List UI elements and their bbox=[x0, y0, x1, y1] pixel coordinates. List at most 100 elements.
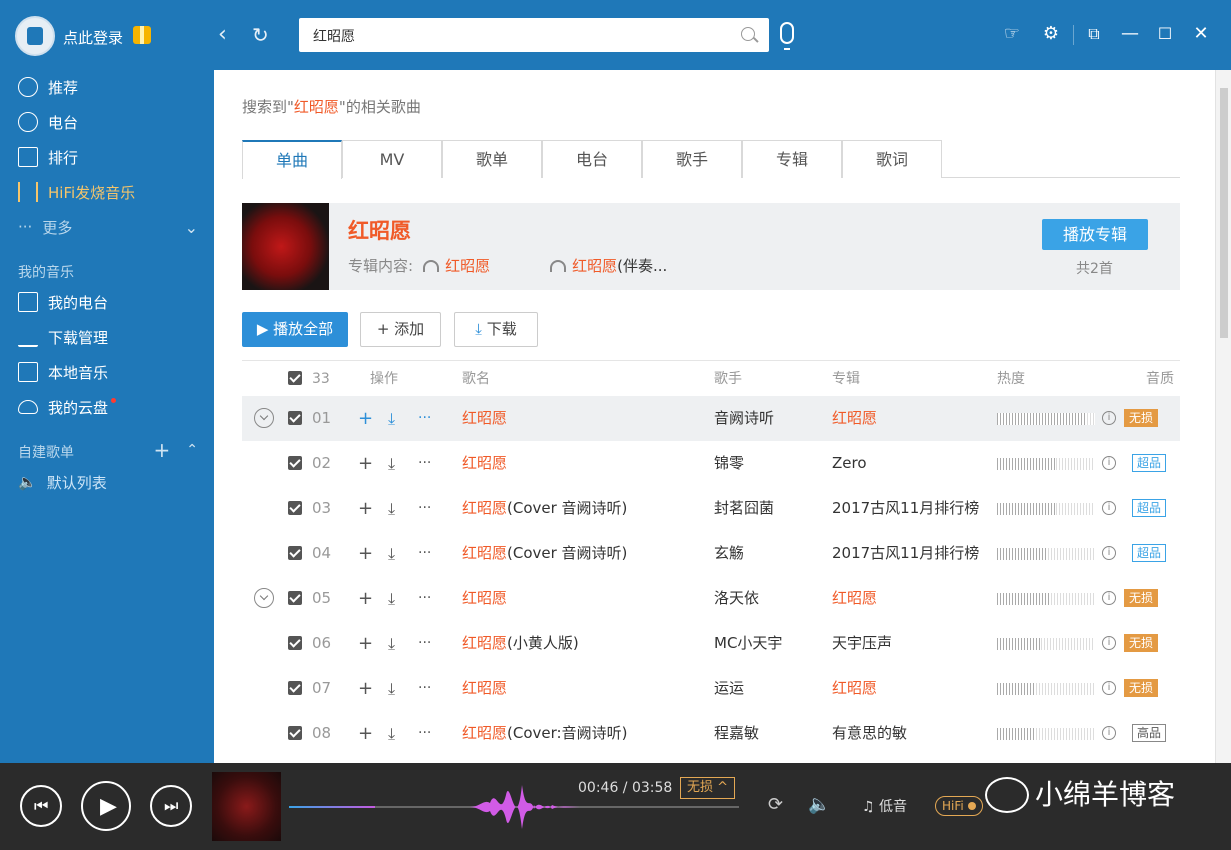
sidebar-item-downloads[interactable]: 下载管理 bbox=[18, 325, 108, 349]
table-row[interactable]: 04 + ⤓ ··· 红昭愿(Cover 音阙诗听) 玄觞 2017古风11月排行榜 i 超品 bbox=[242, 531, 1180, 576]
tab-songs[interactable]: 单曲 bbox=[242, 140, 342, 179]
row-checkbox[interactable] bbox=[288, 681, 302, 695]
song-artist[interactable]: 锦零 bbox=[714, 441, 744, 486]
hifi-toggle[interactable]: HiFi bbox=[935, 796, 983, 816]
table-row[interactable]: 06 + ⤓ ··· 红昭愿(小黄人版) MC小天宇 天宇压声 i 无损 bbox=[242, 621, 1180, 666]
maximize-icon[interactable]: ☐ bbox=[1155, 24, 1175, 44]
tab-albums[interactable]: 专辑 bbox=[742, 140, 842, 178]
sidebar-item-more[interactable]: ··· 更多 ⌄ bbox=[18, 215, 198, 239]
song-album[interactable]: Zero bbox=[832, 441, 867, 486]
album-track-link[interactable]: 红昭愿 bbox=[572, 257, 617, 275]
refresh-icon[interactable]: ↻ bbox=[252, 24, 269, 46]
sidebar-item-radio[interactable]: 电台 bbox=[18, 110, 78, 134]
column-album[interactable]: 专辑 bbox=[832, 361, 860, 397]
more-options-icon[interactable]: ··· bbox=[418, 666, 431, 711]
table-row[interactable]: 08 + ⤓ ··· 红昭愿(Cover:音阙诗听) 程嘉敏 有意思的敏 i 高品 bbox=[242, 711, 1180, 756]
info-icon[interactable]: i bbox=[1102, 456, 1116, 470]
song-artist[interactable]: 封茗囧菌 bbox=[714, 486, 774, 531]
row-checkbox[interactable] bbox=[288, 591, 302, 605]
sidebar-item-recommend[interactable]: 推荐 bbox=[18, 75, 78, 99]
expand-versions-icon[interactable] bbox=[254, 588, 274, 608]
quality-badge[interactable]: 超品 bbox=[1132, 544, 1167, 562]
repeat-icon[interactable]: ⟳ bbox=[768, 794, 783, 815]
info-icon[interactable]: i bbox=[1102, 726, 1116, 740]
song-artist[interactable]: 音阙诗听 bbox=[714, 396, 774, 441]
quality-badge[interactable]: 无损 bbox=[1124, 409, 1159, 427]
song-album[interactable]: 有意思的敏 bbox=[832, 711, 907, 756]
sidebar-item-my-radio[interactable]: 我的电台 bbox=[18, 290, 108, 314]
download-icon[interactable]: ⤓ bbox=[388, 621, 395, 666]
song-album[interactable]: 2017古风11月排行榜 bbox=[832, 486, 979, 531]
row-checkbox[interactable] bbox=[288, 411, 302, 425]
download-icon[interactable]: ⤓ bbox=[388, 711, 395, 756]
quality-selector[interactable]: 无损 ^ bbox=[680, 777, 736, 799]
more-options-icon[interactable]: ··· bbox=[418, 711, 431, 756]
song-title[interactable]: 红昭愿 bbox=[462, 576, 507, 621]
download-icon[interactable]: ⤓ bbox=[388, 396, 395, 441]
quality-badge[interactable]: 超品 bbox=[1132, 454, 1167, 472]
song-artist[interactable]: 运运 bbox=[714, 666, 744, 711]
chevron-up-icon[interactable]: ⌃ bbox=[186, 442, 198, 462]
sidebar-item-local-music[interactable]: 本地音乐 bbox=[18, 360, 108, 384]
add-button[interactable]: + 添加 bbox=[360, 312, 441, 347]
expand-versions-icon[interactable] bbox=[254, 408, 274, 428]
album-title[interactable]: 红昭愿 bbox=[348, 215, 411, 245]
download-icon[interactable]: ⤓ bbox=[388, 666, 395, 711]
avatar[interactable] bbox=[15, 16, 55, 56]
info-icon[interactable]: i bbox=[1102, 636, 1116, 650]
play-album-button[interactable]: 播放专辑 bbox=[1042, 219, 1148, 250]
info-icon[interactable]: i bbox=[1102, 501, 1116, 515]
back-icon[interactable]: ‹ bbox=[218, 24, 227, 46]
row-checkbox[interactable] bbox=[288, 456, 302, 470]
chevron-down-icon[interactable]: ⌄ bbox=[185, 218, 198, 237]
column-heat[interactable]: 热度 bbox=[997, 361, 1025, 397]
song-title[interactable]: 红昭愿(Cover 音阙诗听) bbox=[462, 486, 627, 531]
sidebar-item-hifi[interactable]: HiFi发烧音乐 bbox=[18, 180, 135, 204]
scrollbar-thumb[interactable] bbox=[1220, 88, 1228, 338]
info-icon[interactable]: i bbox=[1102, 681, 1116, 695]
search-icon[interactable] bbox=[741, 27, 755, 41]
add-to-list-icon[interactable]: + bbox=[358, 441, 373, 486]
row-checkbox[interactable] bbox=[288, 636, 302, 650]
row-checkbox[interactable] bbox=[288, 726, 302, 740]
search-input[interactable]: 红昭愿 bbox=[313, 26, 355, 46]
table-row[interactable]: 01 + ⤓ ··· 红昭愿 音阙诗听 红昭愿 i 无损 bbox=[242, 396, 1180, 441]
table-row[interactable]: 05 + ⤓ ··· 红昭愿 洛天依 红昭愿 i 无损 bbox=[242, 576, 1180, 621]
download-icon[interactable]: ⤓ bbox=[388, 486, 395, 531]
close-icon[interactable]: ✕ bbox=[1191, 24, 1211, 44]
song-title[interactable]: 红昭愿 bbox=[462, 396, 507, 441]
tab-artists[interactable]: 歌手 bbox=[642, 140, 742, 178]
download-icon[interactable]: ⤓ bbox=[388, 576, 395, 621]
more-options-icon[interactable]: ··· bbox=[418, 396, 431, 441]
previous-button[interactable]: ⏮ bbox=[20, 785, 62, 827]
gear-icon[interactable]: ⚙ bbox=[1041, 24, 1061, 44]
song-title[interactable]: 红昭愿(小黄人版) bbox=[462, 621, 579, 666]
song-artist[interactable]: 玄觞 bbox=[714, 531, 744, 576]
add-to-list-icon[interactable]: + bbox=[358, 711, 373, 756]
login-link[interactable]: 点此登录 bbox=[63, 27, 123, 48]
download-button[interactable]: ⤓ 下载 bbox=[454, 312, 538, 347]
album-cover[interactable] bbox=[242, 203, 329, 290]
song-artist[interactable]: 洛天依 bbox=[714, 576, 759, 621]
sidebar-item-charts[interactable]: 排行 bbox=[18, 145, 78, 169]
tab-lyrics[interactable]: 歌词 bbox=[842, 140, 942, 178]
next-button[interactable]: ⏭ bbox=[150, 785, 192, 827]
minimize-icon[interactable]: — bbox=[1120, 24, 1140, 44]
song-title[interactable]: 红昭愿 bbox=[462, 666, 507, 711]
quality-badge[interactable]: 超品 bbox=[1132, 499, 1167, 517]
download-icon[interactable]: ⤓ bbox=[388, 531, 395, 576]
more-options-icon[interactable]: ··· bbox=[418, 486, 431, 531]
song-title[interactable]: 红昭愿(Cover:音阙诗听) bbox=[462, 711, 627, 756]
shirt-skin-icon[interactable]: ☞ bbox=[1002, 24, 1022, 44]
song-album[interactable]: 红昭愿 bbox=[832, 666, 877, 711]
play-button[interactable]: ▶ bbox=[81, 781, 131, 831]
add-to-list-icon[interactable]: + bbox=[358, 531, 373, 576]
info-icon[interactable]: i bbox=[1102, 591, 1116, 605]
table-row[interactable]: 03 + ⤓ ··· 红昭愿(Cover 音阙诗听) 封茗囧菌 2017古风11月排行榜 i 超… bbox=[242, 486, 1180, 531]
select-all-checkbox[interactable] bbox=[288, 371, 302, 385]
album-track-link[interactable]: 红昭愿 bbox=[445, 257, 490, 275]
add-to-list-icon[interactable]: + bbox=[358, 396, 373, 441]
song-title[interactable]: 红昭愿(Cover 音阙诗听) bbox=[462, 531, 627, 576]
add-playlist-icon[interactable]: + bbox=[154, 440, 171, 462]
song-artist[interactable]: MC小天宇 bbox=[714, 621, 782, 666]
